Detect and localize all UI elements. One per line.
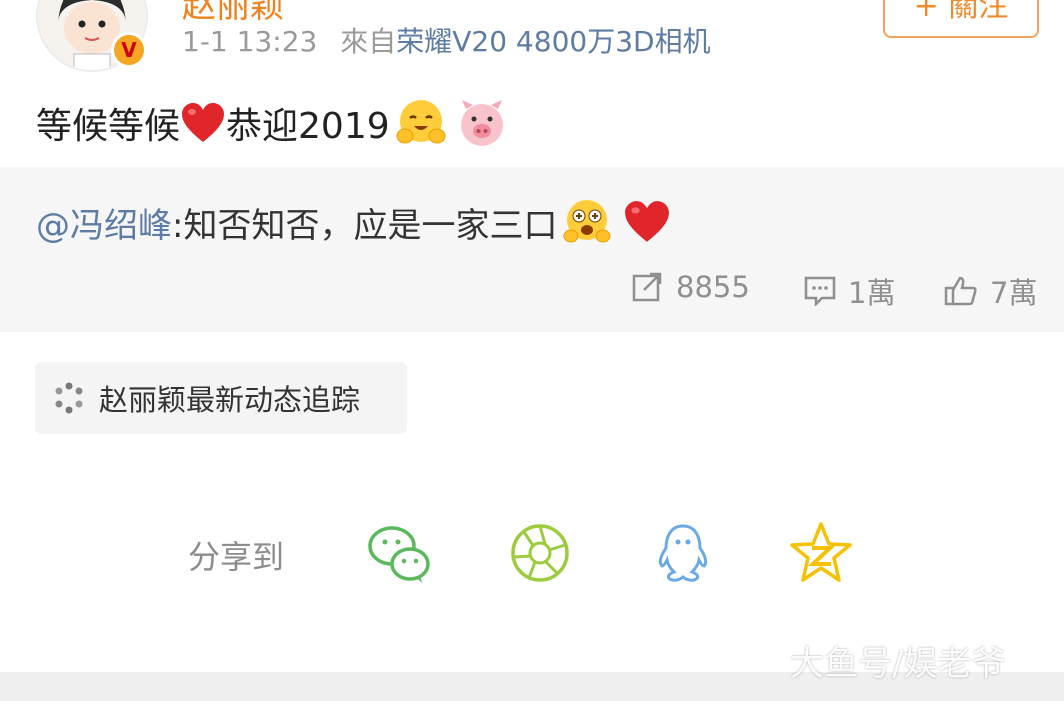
red-heart-icon xyxy=(625,201,670,242)
thumbs-up-icon xyxy=(944,276,977,306)
post-meta: 1-1 13:23 來自荣耀V20 4800万3D相机 xyxy=(182,20,711,60)
share-label: 分享到 xyxy=(188,538,285,576)
like-button[interactable]: 7萬 xyxy=(944,270,1037,312)
pig-face-icon xyxy=(460,100,503,146)
repost-icon xyxy=(632,272,662,302)
source-prefix: 來自 xyxy=(340,25,397,58)
repost-block[interactable] xyxy=(0,167,1064,332)
moments-icon[interactable] xyxy=(507,520,573,586)
repost-button[interactable]: 8855 xyxy=(632,270,750,304)
wechat-icon[interactable] xyxy=(366,520,432,586)
topic-tag-label: 赵丽颖最新动态追踪 xyxy=(99,383,361,417)
repost-text: @冯绍峰:知否知否，应是一家三口 xyxy=(36,196,671,248)
hug-face-icon xyxy=(396,100,446,144)
follow-button[interactable]: + 關注 xyxy=(883,0,1039,38)
verified-badge-icon: V xyxy=(111,32,147,68)
repost-content: :知否知否，应是一家三口 xyxy=(172,205,558,246)
topic-tag[interactable]: 赵丽颖最新动态追踪 xyxy=(35,362,407,434)
post-time: 1-1 13:23 xyxy=(182,25,318,58)
watermark: 大鱼号/娱老爷 xyxy=(790,644,1006,684)
comment-button[interactable]: 1萬 xyxy=(804,270,895,312)
red-heart-icon xyxy=(182,103,225,142)
qq-icon[interactable] xyxy=(650,520,716,586)
loading-dots-icon xyxy=(55,382,83,414)
qzone-icon[interactable] xyxy=(788,520,854,586)
post-text: 等候等候 恭迎2019 xyxy=(36,96,508,150)
mention-link[interactable]: @冯绍峰 xyxy=(36,198,172,247)
drooling-face-icon xyxy=(563,200,611,243)
repost-count: 8855 xyxy=(676,270,750,304)
post-text-part-2: 恭迎2019 xyxy=(226,106,390,147)
comment-count: 1萬 xyxy=(848,276,896,310)
source-device[interactable]: 荣耀V20 4800万3D相机 xyxy=(396,25,710,58)
like-count: 7萬 xyxy=(990,276,1038,310)
post-text-part-1: 等候等候 xyxy=(36,106,181,147)
comment-icon xyxy=(804,276,836,306)
